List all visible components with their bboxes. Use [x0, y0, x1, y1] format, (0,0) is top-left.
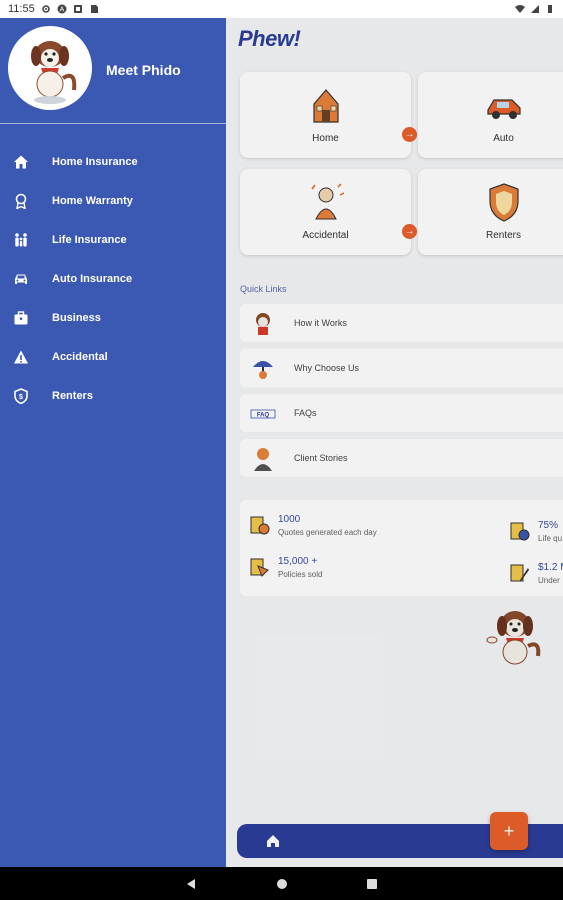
drawer-item-business[interactable]: Business [0, 298, 226, 337]
drawer-item-label: Home Warranty [52, 194, 133, 207]
briefcase-icon [12, 309, 30, 327]
phido-avatar-icon [31, 41, 77, 104]
image-notification-icon [73, 5, 82, 13]
drawer-item-label: Home Insurance [52, 155, 138, 168]
settings-icon [41, 5, 50, 13]
drawer-item-accidental[interactable]: Accidental [0, 337, 226, 376]
drawer-item-label: Auto Insurance [52, 272, 133, 285]
drawer-item-label: Business [52, 311, 101, 324]
svg-text:$: $ [19, 394, 23, 401]
navigation-drawer: Meet Phido Home Insurance Home Warranty … [0, 18, 226, 867]
svg-text:A: A [59, 7, 64, 14]
drawer-item-label: Renters [52, 389, 93, 402]
home-circle-icon[interactable] [276, 878, 288, 890]
warning-triangle-icon [12, 348, 30, 366]
wifi-icon [515, 5, 525, 13]
drawer-item-life-insurance[interactable]: Life Insurance [0, 220, 226, 259]
system-navigation-bar [0, 867, 563, 900]
drawer-header: Meet Phido [0, 18, 226, 124]
award-ribbon-icon [12, 192, 30, 210]
drawer-item-home-insurance[interactable]: Home Insurance [0, 142, 226, 181]
drawer-item-label: Accidental [52, 350, 108, 363]
back-icon[interactable] [185, 878, 197, 890]
family-icon [12, 231, 30, 249]
drawer-item-label: Life Insurance [52, 233, 127, 246]
sd-card-icon [90, 5, 98, 13]
battery-icon [548, 5, 552, 13]
house-icon [12, 153, 30, 171]
signal-icon [531, 5, 539, 13]
shield-icon: $ [12, 387, 30, 405]
status-bar: 11:55 A [0, 0, 563, 18]
drawer-menu: Home Insurance Home Warranty Life Insura… [0, 142, 226, 415]
drawer-item-auto-insurance[interactable]: Auto Insurance [0, 259, 226, 298]
drawer-item-renters[interactable]: $ Renters [0, 376, 226, 415]
recents-icon[interactable] [366, 878, 378, 890]
avatar[interactable] [8, 26, 92, 110]
drawer-item-home-warranty[interactable]: Home Warranty [0, 181, 226, 220]
status-time: 11:55 [8, 3, 35, 15]
car-icon [12, 270, 30, 288]
drawer-title: Meet Phido [106, 62, 181, 78]
app-notification-icon: A [57, 4, 67, 14]
